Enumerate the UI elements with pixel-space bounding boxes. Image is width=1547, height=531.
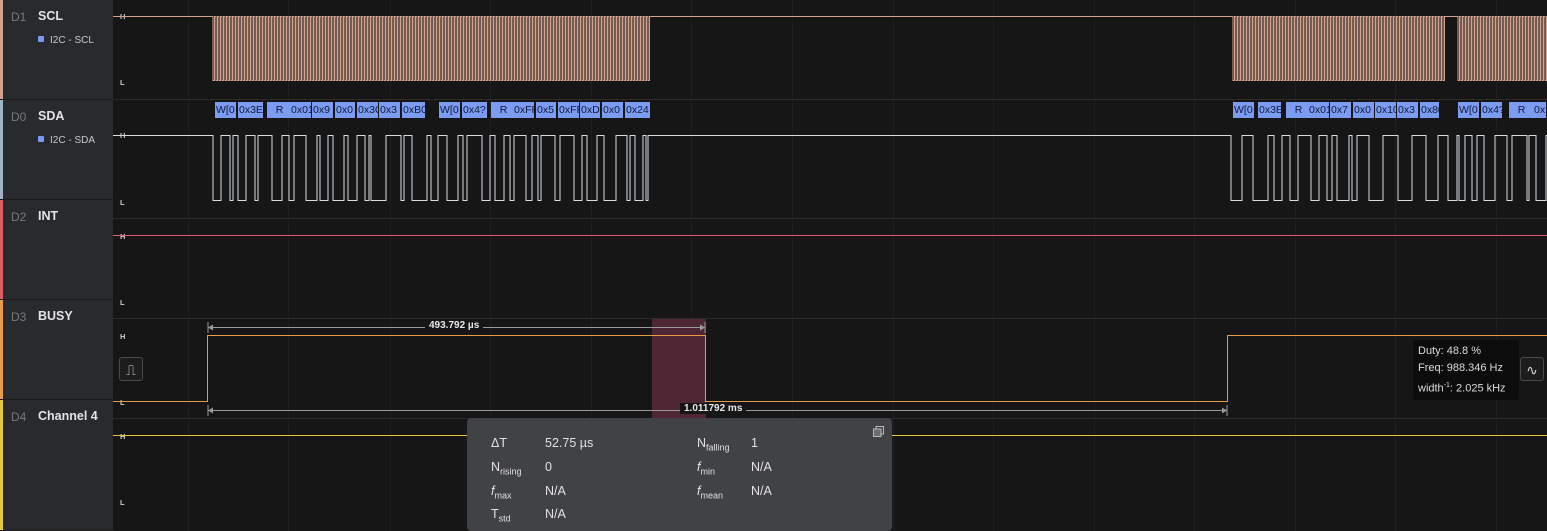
f-max-value: N/A [545, 484, 566, 498]
busy-trace [113, 335, 1547, 402]
n-falling-symbol: N [697, 436, 707, 450]
i2c-decode-bubble[interactable]: 0xD [580, 102, 601, 118]
sda-trace [113, 135, 1547, 201]
t-std-symbol: T [491, 507, 499, 521]
channel-id: D1 [11, 10, 27, 24]
i2c-decode-bubble[interactable]: 0x7 [1330, 102, 1352, 118]
i2c-decode-bubble[interactable]: 0x01 [290, 102, 312, 118]
pulse-width-label: 493.792 µs [425, 320, 484, 331]
i2c-decode-bubble[interactable]: 0x3 [379, 102, 401, 118]
channel-id: D0 [11, 110, 27, 124]
f-mean-subscript: mean [700, 490, 723, 501]
duty-cycle-value: Duty: 48.8 % [1418, 345, 1481, 357]
i2c-decode-bubble[interactable]: W[0 [215, 102, 237, 118]
n-rising-label: Nrising [491, 460, 522, 477]
channel-name[interactable]: Channel 4 [38, 409, 98, 423]
i2c-decode-bubble[interactable]: 0xB0 [402, 102, 426, 118]
f-max-subscript: max [494, 490, 512, 501]
copy-icon[interactable] [873, 426, 884, 437]
n-falling-value: 1 [751, 436, 758, 450]
i2c-decode-bubble[interactable]: 0x01 [1308, 102, 1330, 118]
analyzer-name: I2C - SCL [50, 35, 94, 46]
t-std-subscript: std [498, 513, 511, 524]
analyzer-name: I2C - SDA [50, 135, 96, 146]
analyzer-dot-icon [38, 36, 44, 42]
channel-id: D2 [11, 210, 27, 224]
i2c-decode-bubble[interactable]: 0x80 [1420, 102, 1440, 118]
scl-trace [113, 16, 1547, 81]
delta-t-value: 52.75 µs [545, 436, 594, 450]
i2c-decode-bubble[interactable]: 0x3C [357, 102, 379, 118]
i2c-decode-bubble[interactable]: 0x9 [312, 102, 334, 118]
analyzer-dot-icon [38, 136, 44, 142]
i2c-decode-bubble[interactable]: W[0 [439, 102, 461, 118]
channel-color-stripe [0, 200, 3, 299]
f-max-label: fmax [491, 484, 512, 501]
pulse-measure-icon[interactable]: ⎍ [119, 357, 143, 381]
channel-color-stripe [0, 300, 3, 399]
i2c-decode-bubble[interactable]: W[0 [1233, 102, 1255, 118]
period-label: 1.011792 ms [680, 403, 747, 414]
channel-sidebar: D1 SCL I2C - SCL D0 SDA I2C - SDA D2 INT… [0, 0, 113, 531]
i2c-decode-bubble[interactable]: W[0 [1458, 102, 1480, 118]
inverse-width-label: width [1418, 382, 1444, 395]
n-rising-value: 0 [545, 460, 552, 474]
channel-color-stripe [0, 100, 3, 199]
n-falling-label: Nfalling [697, 436, 730, 453]
i2c-decode-bubble[interactable]: 0x4? [462, 102, 488, 118]
inverse-width-value: width-1: 2.025 kHz [1418, 377, 1514, 398]
analyzer-tag[interactable]: I2C - SDA [38, 135, 95, 146]
i2c-decode-bubble[interactable]: 0x4? [1481, 102, 1503, 118]
i2c-decode-bubble[interactable]: R [1509, 102, 1535, 118]
n-rising-symbol: N [491, 460, 501, 474]
i2c-decode-bubble[interactable]: 0x3E [1258, 102, 1282, 118]
analyzer-tag[interactable]: I2C - SCL [38, 35, 94, 46]
frequency-tooltip: Duty: 48.8 % Freq: 988.346 Hz width-1: 2… [1413, 340, 1519, 400]
delta-t-label: ΔT [491, 436, 507, 450]
channel-label-sda[interactable]: D0 SDA I2C - SDA [0, 100, 113, 200]
f-min-value: N/A [751, 460, 772, 474]
i2c-decode-bubble[interactable]: 0x24 [625, 102, 651, 118]
i2c-decode-bubble[interactable]: 0x3 [1397, 102, 1419, 118]
i2c-decode-bubble[interactable]: 0xFF [558, 102, 580, 118]
t-std-value: N/A [545, 507, 566, 521]
n-falling-subscript: falling [706, 442, 730, 453]
i2c-decode-bubble[interactable]: 0x3E [238, 102, 264, 118]
measurement-stats-panel[interactable]: ΔT 52.75 µs Nfalling 1 Nrising 0 fmin N/… [467, 418, 892, 531]
i2c-decode-bubble[interactable]: 0x0 [602, 102, 624, 118]
channel-label-int[interactable]: D2 INT [0, 200, 113, 300]
inverse-width-number: : 2.025 kHz [1449, 382, 1506, 395]
f-min-label: fmin [697, 460, 715, 477]
frequency-measure-icon[interactable]: ∿ [1520, 357, 1544, 381]
f-min-subscript: min [700, 466, 715, 477]
i2c-decode-bubble[interactable]: 0xFF [513, 102, 535, 118]
channel-id: D3 [11, 310, 27, 324]
channel-name[interactable]: BUSY [38, 309, 73, 323]
f-mean-label: fmean [697, 484, 723, 501]
channel-label-channel-4[interactable]: D4 Channel 4 [0, 400, 113, 531]
i2c-decode-bubble[interactable]: 0x [1533, 102, 1547, 118]
i2c-decode-bubble[interactable]: 0x5 [536, 102, 557, 118]
n-rising-subscript: rising [500, 466, 522, 477]
f-mean-value: N/A [751, 484, 772, 498]
channel-name[interactable]: INT [38, 209, 58, 223]
channel-name[interactable]: SCL [38, 9, 63, 23]
channel-color-stripe [0, 0, 3, 99]
frequency-value: Freq: 988.346 Hz [1418, 362, 1503, 374]
channel-color-stripe [0, 400, 3, 530]
channel-name[interactable]: SDA [38, 109, 64, 123]
i2c-decode-bubble[interactable]: 0x10 [1375, 102, 1397, 118]
i2c-decode-bubble[interactable]: 0x0 [1353, 102, 1375, 118]
i2c-decode-bubble[interactable]: 0x0 [335, 102, 356, 118]
channel-id: D4 [11, 410, 27, 424]
t-std-label: Tstd [491, 507, 511, 524]
channel-label-scl[interactable]: D1 SCL I2C - SCL [0, 0, 113, 100]
channel-label-busy[interactable]: D3 BUSY [0, 300, 113, 400]
